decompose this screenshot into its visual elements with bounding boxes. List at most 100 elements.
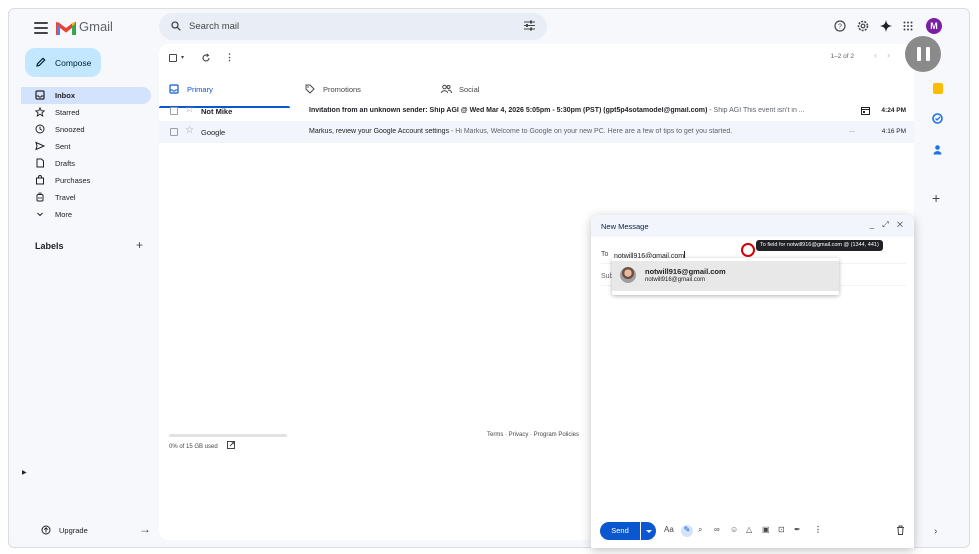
sidebar-item-label: Starred (55, 108, 80, 117)
upgrade-icon (41, 525, 51, 535)
calendar-icon[interactable] (861, 106, 870, 115)
lock-icon[interactable]: ⊡ (778, 525, 785, 534)
help-icon[interactable]: ? (834, 20, 846, 32)
email-snippet: - Hi Markus, Welcome to Google on your n… (449, 128, 733, 135)
star-icon[interactable]: ☆ (185, 104, 194, 115)
inbox-icon (35, 90, 45, 100)
email-time: 4:16 PM (881, 128, 906, 135)
footer-links[interactable]: Terms · Privacy · Program Policies (487, 432, 579, 438)
emoji-icon[interactable]: ☺ (730, 525, 738, 534)
attach-icon[interactable]: ⌕ (698, 525, 702, 535)
labels-heading: Labels (35, 241, 64, 251)
storage-text: 0% of 15 GB used (169, 444, 218, 450)
star-icon (35, 107, 45, 117)
email-trailing: ... (849, 127, 855, 134)
select-dropdown-icon[interactable]: ▾ (181, 54, 184, 61)
search-input[interactable]: Search mail (189, 21, 239, 32)
chevron-right-icon[interactable]: › (934, 526, 937, 537)
upgrade-button[interactable]: Upgrade → (31, 521, 151, 539)
pagination-text: 1–2 of 2 (830, 53, 855, 60)
email-subject: Invitation from an unknown sender: Ship … (309, 107, 708, 114)
email-subject-line: Markus, review your Google Account setti… (309, 128, 839, 135)
recipient-suggestion[interactable]: notwill916@gmail.com notwill916@gmail.co… (612, 258, 839, 295)
suggestion-email: notwill916@gmail.com (645, 277, 706, 283)
sidebar-item-starred[interactable]: Starred (21, 104, 151, 121)
send-button[interactable]: Send (600, 522, 640, 540)
drive-icon[interactable]: △ (746, 525, 752, 534)
refresh-icon[interactable] (201, 53, 211, 63)
select-all-checkbox[interactable] (169, 54, 177, 62)
tab-label: Promotions (323, 85, 361, 94)
sidebar-item-label: Sent (55, 142, 71, 151)
suggestion-name: notwill916@gmail.com (645, 267, 726, 276)
add-addon-icon[interactable]: + (932, 190, 940, 206)
click-target-marker (741, 243, 755, 257)
account-avatar[interactable]: M (926, 18, 942, 34)
pagination-arrows-icon[interactable]: ‹› (874, 50, 900, 60)
pause-icon[interactable] (905, 36, 941, 72)
email-row-google[interactable]: ☆ Google Markus, review your Google Acco… (159, 122, 914, 143)
sidebar-item-drafts[interactable]: Drafts (21, 155, 151, 172)
email-subject: Markus, review your Google Account setti… (309, 128, 450, 135)
tab-label: Primary (187, 85, 213, 94)
search-options-icon[interactable] (524, 20, 535, 31)
sidebar-item-label: Snoozed (55, 125, 85, 134)
text-format-icon[interactable]: Aa (664, 525, 674, 534)
image-icon[interactable]: ▣ (762, 525, 770, 534)
email-snippet: - Ship AGI This event isn't in ... (707, 107, 805, 114)
sidebar-item-sent[interactable]: Sent (21, 138, 151, 155)
annotation-tooltip: To field for notwill916@gmail.com @ (134… (756, 240, 883, 251)
email-row-not-mike[interactable]: ☆ Not Mike Invitation from an unknown se… (159, 101, 914, 122)
more-options-icon[interactable]: ⋮ (814, 525, 822, 534)
more-options-icon[interactable]: ⋮ (225, 52, 234, 63)
to-label: To (601, 251, 609, 258)
main-menu-icon[interactable] (34, 22, 48, 34)
storage-bar (169, 434, 287, 437)
link-icon[interactable]: ∞ (714, 525, 720, 534)
draft-icon (36, 158, 44, 168)
sidebar-item-label: More (55, 210, 73, 219)
search-icon[interactable] (171, 21, 181, 31)
inbox-icon (169, 84, 179, 94)
app-name: Gmail (79, 19, 113, 34)
upgrade-label: Upgrade (59, 526, 88, 535)
window-controls-icon[interactable]: _ ⤢ ✕ (870, 220, 906, 230)
email-time: 4:24 PM (881, 107, 906, 114)
star-icon[interactable]: ☆ (185, 125, 194, 136)
row-checkbox[interactable] (170, 107, 178, 115)
compose-title: New Message (601, 222, 649, 231)
email-sender: Not Mike (201, 107, 233, 116)
row-checkbox[interactable] (170, 128, 178, 136)
bag-icon (36, 175, 44, 185)
add-label-icon[interactable]: + (136, 238, 143, 252)
sidebar-item-label: Inbox (55, 91, 75, 100)
search-bar[interactable]: Search mail (159, 13, 547, 40)
sidebar-item-travel[interactable]: Travel (21, 189, 151, 206)
gmail-logo-icon (56, 21, 76, 35)
contacts-icon[interactable] (932, 144, 943, 155)
sidebar-item-more[interactable]: More (21, 206, 151, 223)
suggestion-highlight (612, 261, 839, 291)
sidebar-item-inbox[interactable]: Inbox (21, 87, 151, 104)
compose-button[interactable]: Compose (25, 48, 101, 77)
people-icon (441, 84, 452, 94)
tasks-icon[interactable] (932, 113, 943, 124)
tag-icon (305, 84, 315, 94)
chevron-down-icon (37, 212, 43, 217)
expand-arrow-icon[interactable]: ▶ (22, 469, 27, 476)
sidebar-item-label: Drafts (55, 159, 76, 168)
luggage-icon (36, 192, 44, 202)
sidebar-item-snoozed[interactable]: Snoozed (21, 121, 151, 138)
sidebar-item-purchases[interactable]: Purchases (21, 172, 151, 189)
gemini-icon[interactable] (880, 20, 892, 32)
signature-icon[interactable]: ✒ (794, 525, 801, 534)
keep-icon[interactable] (933, 83, 943, 94)
compose-header[interactable]: New Message _ ⤢ ✕ (591, 215, 914, 237)
arrow-right-icon: → (139, 522, 151, 536)
open-external-icon[interactable] (227, 441, 235, 449)
clock-icon (35, 124, 45, 134)
trash-icon[interactable] (896, 525, 905, 535)
apps-grid-icon[interactable] (903, 21, 913, 31)
settings-icon[interactable] (857, 20, 869, 32)
ai-write-icon[interactable]: ✎ (681, 525, 693, 537)
